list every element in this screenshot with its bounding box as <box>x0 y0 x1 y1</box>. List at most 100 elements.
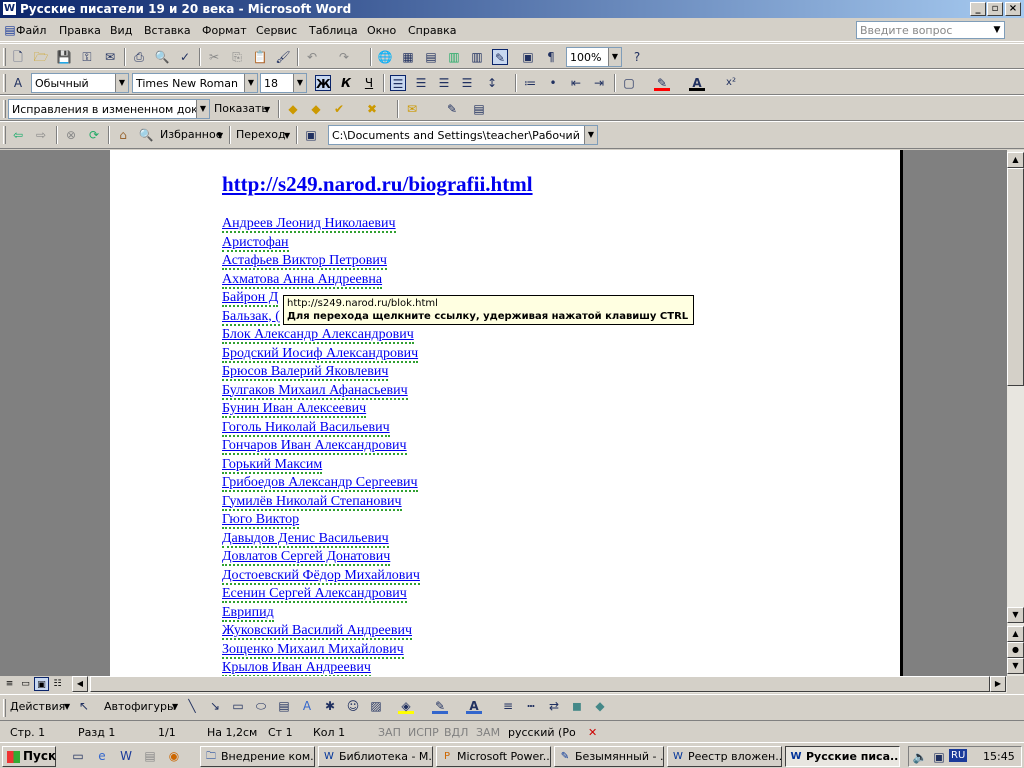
author-link[interactable]: Брюсов Валерий Яковлевич <box>222 364 420 383</box>
previous-page-icon[interactable]: ▲ <box>1007 626 1024 642</box>
accept-change-icon[interactable]: ✔ <box>331 101 347 117</box>
author-link[interactable]: Достоевский Фёдор Михайлович <box>222 567 420 587</box>
taskbar-item[interactable]: W Библиотека - М... <box>318 746 433 767</box>
font-color-icon[interactable]: A <box>466 698 482 714</box>
clip-art-icon[interactable]: ☺ <box>345 698 361 714</box>
taskbar-item-active[interactable]: W Русские писа... <box>785 746 900 767</box>
scroll-up-icon[interactable]: ▲ <box>1007 152 1024 168</box>
paste-icon[interactable]: 📋 <box>252 49 268 65</box>
word-icon[interactable]: W <box>118 748 134 764</box>
fill-color-icon[interactable]: ◈ <box>398 698 414 714</box>
zoom-select[interactable]: 100% ▼ <box>566 47 622 67</box>
author-link[interactable]: Гюго Виктор <box>222 512 420 531</box>
rectangle-icon[interactable]: ▭ <box>230 698 246 714</box>
next-change-icon[interactable]: ◆ <box>308 101 324 117</box>
oval-icon[interactable]: ⬭ <box>253 698 269 714</box>
menu-edit[interactable]: Правка <box>59 24 101 37</box>
chevron-down-icon[interactable]: ▼ <box>64 702 70 711</box>
align-right-icon[interactable]: ☰ <box>436 75 452 91</box>
line-icon[interactable]: ╲ <box>184 698 200 714</box>
track-changes-icon[interactable]: ✎ <box>444 101 460 117</box>
open-folder-icon[interactable]: 🗁 <box>33 49 49 65</box>
autoshapes-button[interactable]: Автофигуры <box>104 700 176 713</box>
shadow-icon[interactable]: ◼ <box>569 698 585 714</box>
bullets-icon[interactable]: • <box>545 75 561 91</box>
spelling-status-icon[interactable]: ✕ <box>588 726 597 739</box>
status-record[interactable]: ЗАП <box>378 726 401 739</box>
hyperlink-icon[interactable]: 🌐 <box>377 49 393 65</box>
print-layout-icon[interactable]: ▣ <box>34 677 49 691</box>
search-web-icon[interactable]: 🔍 <box>138 127 154 143</box>
taskbar-item[interactable]: ✎ Безымянный - ... <box>554 746 664 767</box>
previous-change-icon[interactable]: ◆ <box>285 101 301 117</box>
show-only-web-toolbar-icon[interactable]: ▣ <box>303 127 319 143</box>
normal-view-icon[interactable]: ≡ <box>2 677 17 691</box>
underline-button[interactable]: Ч <box>361 75 377 91</box>
chevron-down-icon[interactable]: ▼ <box>293 74 306 92</box>
back-icon[interactable]: ⇦ <box>10 127 26 143</box>
scroll-right-icon[interactable]: ▶ <box>990 676 1006 692</box>
close-button[interactable]: × <box>1005 2 1021 16</box>
help-icon[interactable]: ? <box>629 49 645 65</box>
arrow-style-icon[interactable]: ⇄ <box>546 698 562 714</box>
desktop-icon[interactable]: ▭ <box>70 748 86 764</box>
network-icon[interactable]: ▣ <box>931 749 947 765</box>
font-size-select[interactable]: 18 ▼ <box>260 73 307 93</box>
arrow-icon[interactable]: ↘ <box>207 698 223 714</box>
stop-icon[interactable]: ⊗ <box>63 127 79 143</box>
italic-button[interactable]: К <box>338 75 354 91</box>
menu-window[interactable]: Окно <box>367 24 396 37</box>
tables-borders-icon[interactable]: ▦ <box>400 49 416 65</box>
status-overtype[interactable]: ЗАМ <box>476 726 500 739</box>
address-field[interactable]: C:\Documents and Settings\teacher\Рабочи… <box>328 125 598 145</box>
outline-view-icon[interactable]: ☷ <box>50 677 65 691</box>
line-style-icon[interactable]: ≡ <box>500 698 516 714</box>
author-link[interactable]: Есенин Сергей Александрович <box>222 586 420 605</box>
menu-view[interactable]: Вид <box>110 24 132 37</box>
document-heading-link[interactable]: http://s249.narod.ru/biografii.html <box>222 172 533 197</box>
document-page[interactable]: http://s249.narod.ru/biografii.html Андр… <box>110 150 903 676</box>
chevron-down-icon[interactable]: ▼ <box>584 126 597 144</box>
status-track[interactable]: ИСПР <box>408 726 439 739</box>
restore-button[interactable]: ▫ <box>987 2 1003 16</box>
author-link[interactable]: Астафьев Виктор Петрович <box>222 253 420 272</box>
author-link[interactable]: Андреев Леонид Николаевич <box>222 216 420 235</box>
select-objects-icon[interactable]: ↖ <box>76 698 92 714</box>
increase-indent-icon[interactable]: ⇥ <box>591 75 607 91</box>
print-icon[interactable]: ⎙ <box>131 49 147 65</box>
line-color-icon[interactable]: ✎ <box>432 698 448 714</box>
toolbar-grip[interactable] <box>3 74 6 92</box>
draw-actions-button[interactable]: Действия <box>10 700 65 713</box>
menu-help[interactable]: Справка <box>408 24 456 37</box>
columns-icon[interactable]: ▥ <box>469 49 485 65</box>
vertical-scroll-thumb[interactable] <box>1007 168 1024 386</box>
spelling-icon[interactable]: ✓ <box>177 49 193 65</box>
author-link[interactable]: Булгаков Михаил Афанасьевич <box>222 382 420 402</box>
author-link[interactable]: Блок Александр Александрович <box>222 327 420 346</box>
chevron-down-icon[interactable]: ▼ <box>172 702 178 711</box>
author-link[interactable]: Гоголь Николай Васильевич <box>222 419 420 439</box>
minimize-button[interactable]: _ <box>970 2 986 16</box>
author-link[interactable]: Аристофан <box>222 234 420 254</box>
cut-icon[interactable]: ✂ <box>206 49 222 65</box>
insert-excel-icon[interactable]: ▥ <box>446 49 462 65</box>
align-left-icon[interactable]: ☰ <box>390 75 406 91</box>
scroll-left-icon[interactable]: ◀ <box>72 676 88 692</box>
justify-icon[interactable]: ☰ <box>459 75 475 91</box>
diagram-icon[interactable]: ✱ <box>322 698 338 714</box>
font-color-icon[interactable]: A <box>689 75 705 91</box>
reviewing-pane-icon[interactable]: ▤ <box>471 101 487 117</box>
media-icon[interactable]: ◉ <box>166 748 182 764</box>
favorites-button[interactable]: Избранное <box>160 128 222 141</box>
start-button[interactable]: Пуск <box>2 746 56 767</box>
save-icon[interactable]: 💾 <box>56 49 72 65</box>
decrease-indent-icon[interactable]: ⇤ <box>568 75 584 91</box>
toolbar-grip[interactable] <box>3 100 6 118</box>
select-browse-object-icon[interactable]: ● <box>1007 642 1024 658</box>
email-icon[interactable]: ✉ <box>102 49 118 65</box>
superscript-icon[interactable]: x² <box>723 75 739 91</box>
font-select[interactable]: Times New Roman ▼ <box>132 73 258 93</box>
toolbar-grip[interactable] <box>3 126 6 144</box>
toolbar-grip[interactable] <box>3 699 6 717</box>
3d-icon[interactable]: ◆ <box>592 698 608 714</box>
